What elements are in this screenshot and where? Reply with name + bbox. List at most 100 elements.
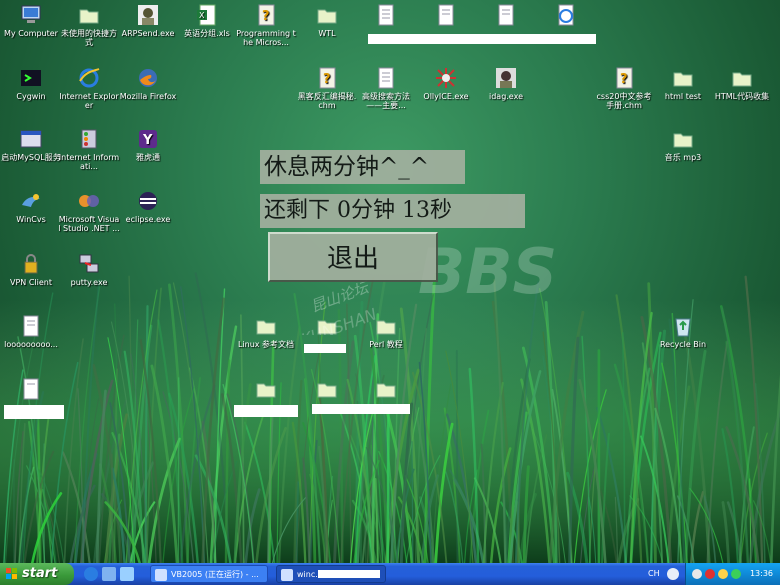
svg-text:X: X: [199, 11, 205, 20]
taskbar-item-vb2005[interactable]: VB2005 (正在运行) - ...: [150, 565, 268, 583]
window-icon: [20, 130, 42, 148]
desktop-icon-perl-tutorial[interactable]: Perl 教程: [355, 315, 417, 349]
app-icon: [281, 569, 293, 581]
desktop-icon-redacted-folder-1[interactable]: [296, 315, 358, 340]
volume-icon[interactable]: [731, 569, 741, 579]
desktop-icon-vpn-client[interactable]: VPN Client: [0, 253, 62, 287]
desktop-icon-idag[interactable]: idag.exe: [475, 67, 537, 101]
icon-label: 高级搜索方法——主要...: [362, 92, 410, 110]
start-button[interactable]: start: [0, 563, 74, 585]
desktop-icon-my-computer[interactable]: My Computer: [0, 4, 62, 38]
ie-icon: [558, 4, 574, 26]
excel-icon: X: [197, 4, 216, 26]
folder-icon: [673, 72, 693, 87]
desktop-icon-redacted-folder-3[interactable]: [296, 378, 358, 403]
desktop-icon-yahoo-messenger[interactable]: Y 雅虎通: [117, 128, 179, 162]
network-icon[interactable]: [692, 569, 702, 579]
desktop-icon-visual-studio[interactable]: Microsoft Visual Studio .NET ...: [58, 190, 120, 233]
document-icon: [438, 4, 454, 26]
document-icon: [23, 378, 39, 400]
desktop-icon-css20-chm[interactable]: ? css20中文参考手册.chm: [593, 67, 655, 110]
desktop-icon-redacted-folder-4[interactable]: [355, 378, 417, 403]
shield-icon[interactable]: [718, 569, 728, 579]
start-label: start: [22, 566, 58, 581]
folder-icon: [79, 9, 99, 24]
icon-label: WTL: [318, 29, 336, 38]
icon-label: Cygwin: [16, 92, 46, 101]
desktop-icon-wtl[interactable]: WTL: [296, 4, 358, 38]
icon-label: 雅虎通: [136, 153, 160, 162]
desktop-icon-html-test[interactable]: html test: [652, 67, 714, 101]
system-tray: 13:36: [685, 563, 780, 585]
taskbar: start VB2005 (正在运行) - ... winc... CH 13:…: [0, 563, 780, 585]
svg-text:?: ?: [620, 72, 628, 87]
desktop-icon-unused-shortcuts[interactable]: 未使用的快捷方式: [58, 4, 120, 47]
exit-button[interactable]: 退出: [268, 232, 438, 282]
quick-launch-media-icon[interactable]: [120, 567, 134, 581]
desktop-icon-music-mp3[interactable]: 音乐 mp3: [652, 128, 714, 162]
folder-icon: [673, 133, 693, 148]
quick-launch-ie-icon[interactable]: [84, 567, 98, 581]
desktop-icon-arpsend[interactable]: ARPSend.exe: [117, 4, 179, 38]
desktop-icon-mozilla-firefox[interactable]: Mozilla Firefox: [117, 67, 179, 101]
desktop-icon-redacted-doc-4[interactable]: [0, 378, 62, 403]
folder-icon: [256, 320, 276, 335]
help-icon[interactable]: [667, 568, 679, 580]
help-file-icon: ?: [319, 67, 336, 89]
desktop-icon-wincvs[interactable]: WinCvs: [0, 190, 62, 224]
icon-label: WinCvs: [16, 215, 46, 224]
eclipse-icon: [139, 192, 157, 210]
desktop-icon-cygwin[interactable]: Cygwin: [0, 67, 62, 101]
desktop-icon-hacker-disasm-chm[interactable]: ? 黑客反汇编揭秘.chm: [296, 67, 358, 110]
computer-icon: [21, 5, 41, 23]
portrait-icon: [496, 68, 516, 88]
clock[interactable]: 13:36: [750, 563, 773, 585]
desktop-icon-internet-explorer[interactable]: Internet Explorer: [58, 67, 120, 110]
folder-icon: [732, 72, 752, 87]
folder-icon: [317, 9, 337, 24]
desktop-icon-english-groups-xls[interactable]: X 英语分组.xls: [176, 4, 238, 38]
desktop-icon-html-code[interactable]: HTML代码收集: [711, 67, 773, 101]
desktop-icon-redacted-web[interactable]: [535, 4, 597, 29]
desktop-icon-redacted-doc-3[interactable]: [475, 4, 537, 29]
desktop-icon-ollyice[interactable]: OllyICE.exe: [415, 67, 477, 101]
cygwin-icon: [21, 70, 41, 86]
desktop-icon-looooong-doc[interactable]: looooooooo...: [0, 315, 62, 349]
redaction-bar: [304, 344, 346, 353]
icon-label: looooooooo...: [4, 340, 58, 349]
desktop-icon-linux-docs[interactable]: Linux 参考文档: [235, 315, 297, 349]
desktop-icon-advanced-search[interactable]: 高级搜索方法——主要...: [355, 67, 417, 110]
icon-label: Recycle Bin: [659, 340, 707, 349]
portrait-icon: [138, 5, 158, 25]
desktop-icon-eclipse[interactable]: eclipse.exe: [117, 190, 179, 224]
icon-label: HTML代码收集: [714, 92, 770, 101]
language-indicator[interactable]: CH: [648, 563, 660, 585]
grass-blade: [386, 410, 390, 563]
document-icon: [378, 4, 394, 26]
break-message: 休息两分钟^_^: [260, 150, 465, 184]
desktop-icon-redacted-folder-2[interactable]: [235, 378, 297, 403]
firefox-icon: [139, 69, 157, 87]
security-icon[interactable]: [705, 569, 715, 579]
desktop-icon-programming-micros[interactable]: ? Programming the Micros...: [235, 4, 297, 47]
icon-label: Perl 教程: [369, 340, 403, 349]
wincvs-icon: [22, 194, 40, 207]
desktop-icon-start-mysql[interactable]: 启动MySQL服务: [0, 128, 62, 162]
quick-launch-desktop-icon[interactable]: [102, 567, 116, 581]
svg-text:Y: Y: [142, 133, 153, 148]
svg-text:?: ?: [262, 9, 270, 24]
desktop-icon-iis[interactable]: Internet Informati...: [58, 128, 120, 171]
desktop-icon-putty[interactable]: putty.exe: [58, 253, 120, 287]
icon-label: VPN Client: [10, 278, 52, 287]
desktop-icon-redacted-doc-1[interactable]: [355, 4, 417, 29]
recycle-bin-icon: [675, 318, 691, 337]
icon-label: Mozilla Firefox: [119, 92, 177, 101]
help-file-icon: ?: [616, 67, 633, 89]
icon-label: eclipse.exe: [125, 215, 171, 224]
icon-label: My Computer: [4, 29, 58, 38]
icon-label: Programming the Micros...: [236, 29, 296, 47]
desktop-icon-redacted-doc-2[interactable]: [415, 4, 477, 29]
yahoo-icon: Y: [139, 130, 157, 148]
icon-label: 未使用的快捷方式: [61, 29, 117, 47]
desktop-icon-recycle-bin[interactable]: Recycle Bin: [652, 315, 714, 349]
